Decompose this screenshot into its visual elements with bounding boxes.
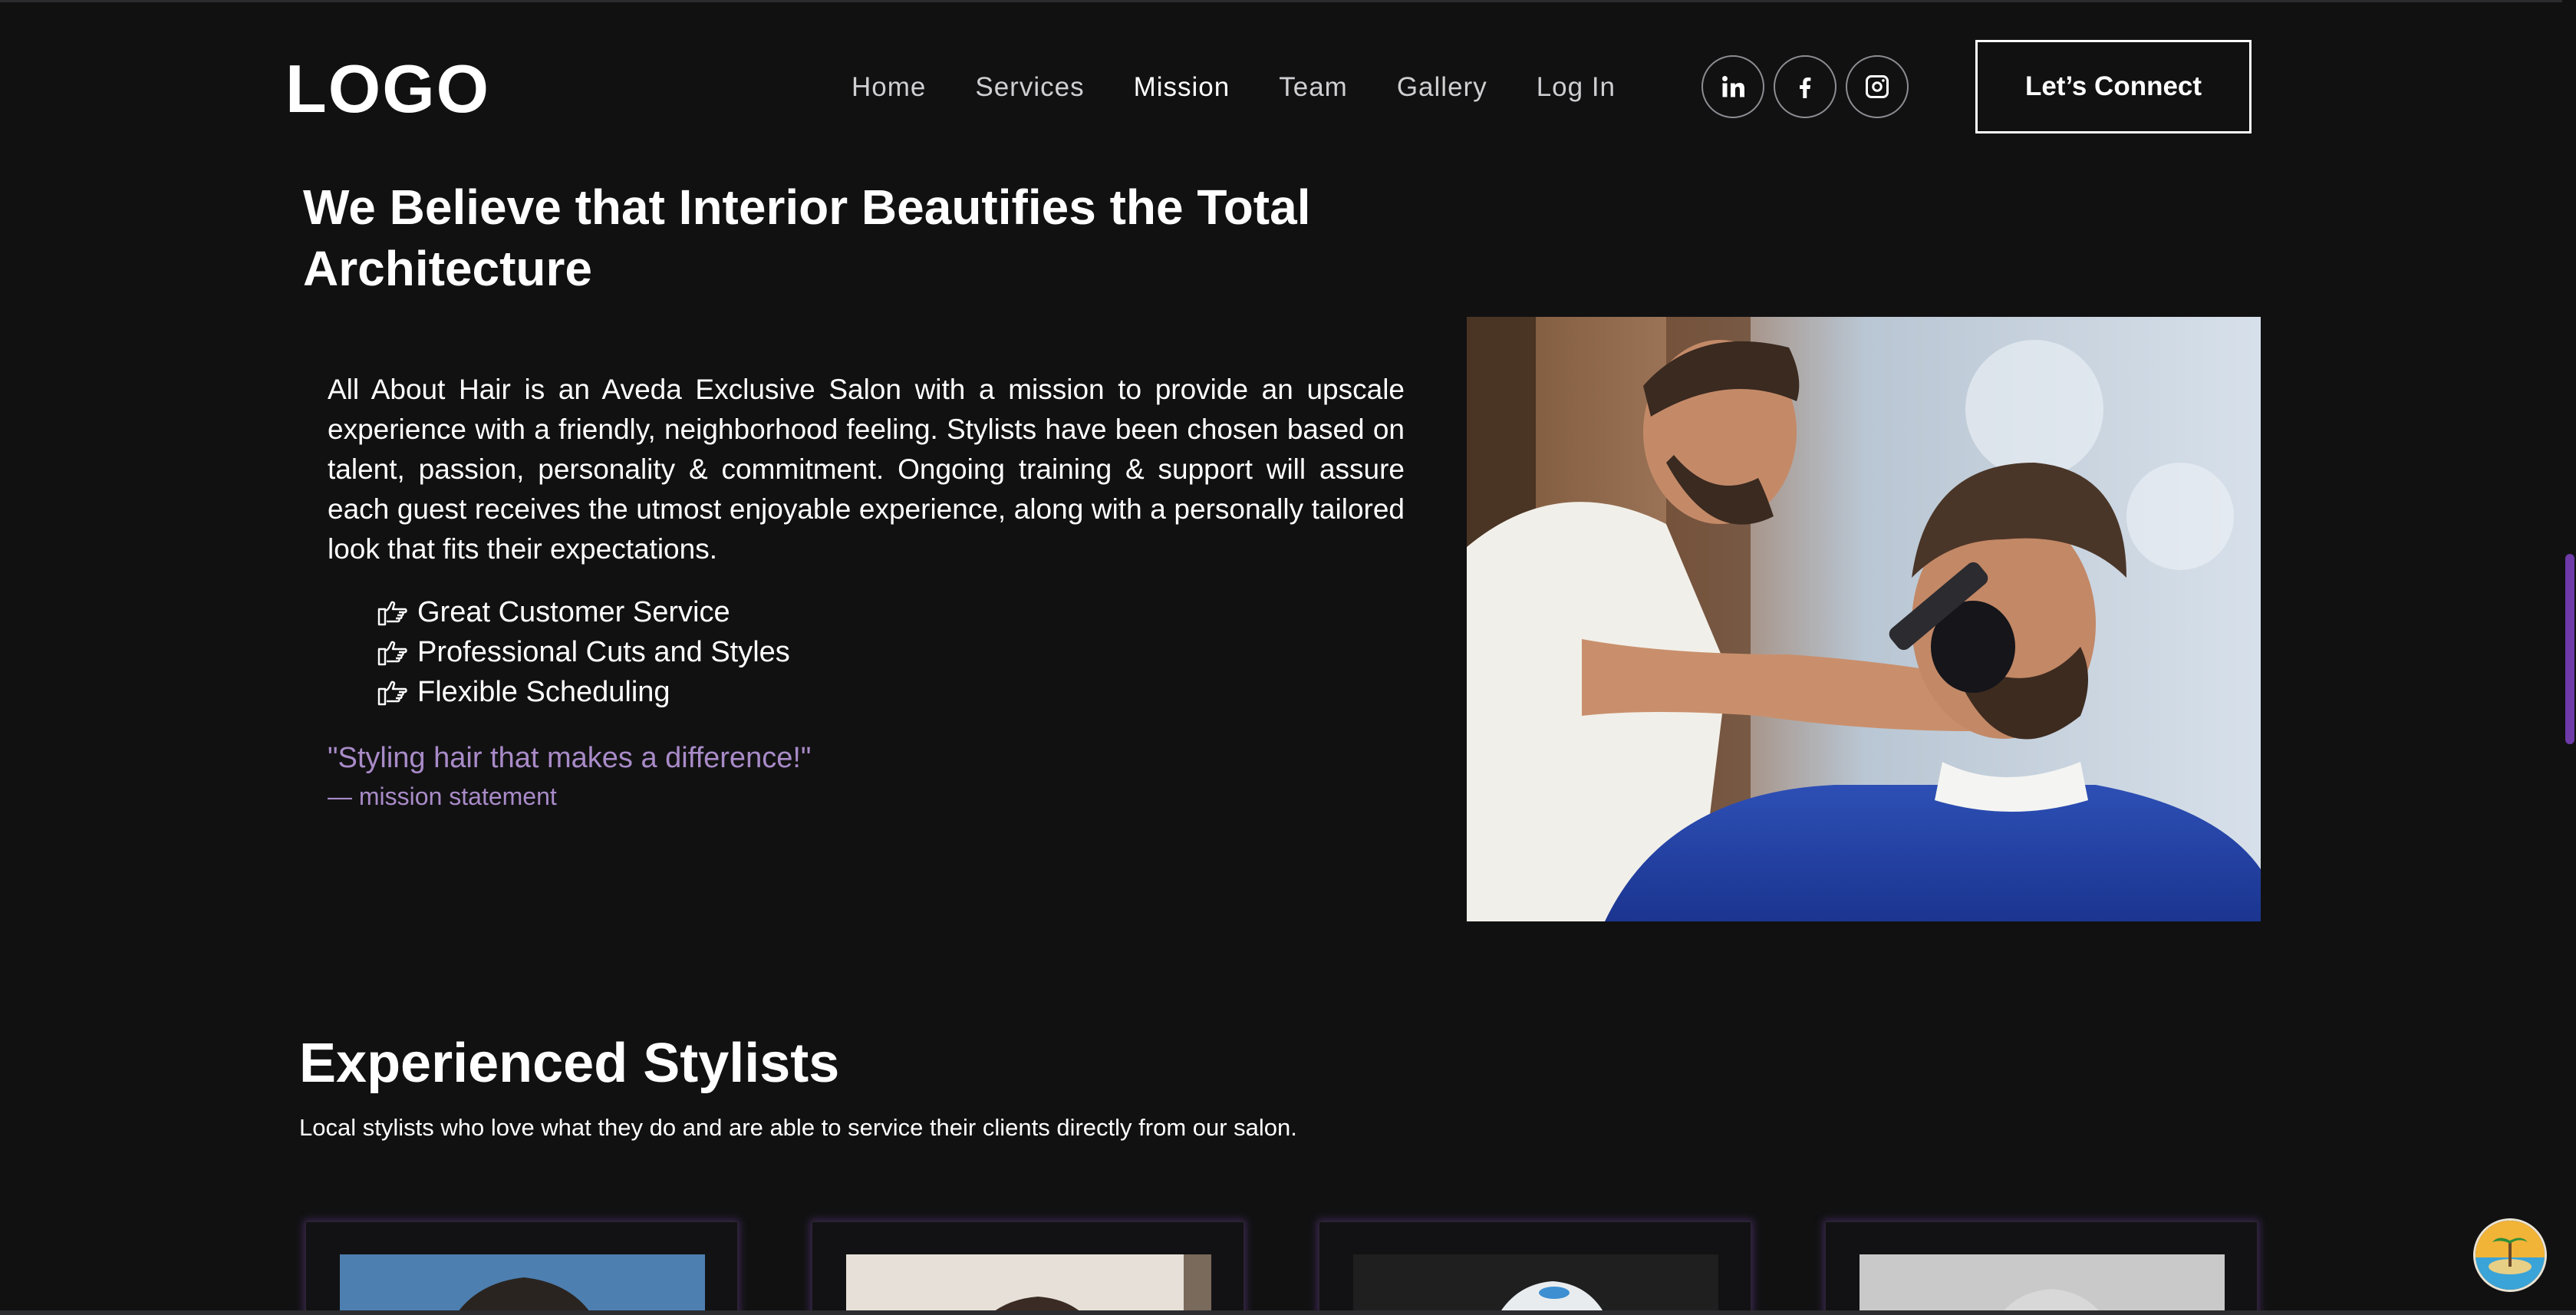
nav-login[interactable]: Log In <box>1537 66 1616 109</box>
nav-home[interactable]: Home <box>852 66 926 109</box>
barber-photo <box>1467 317 2261 921</box>
mission-quote: "Styling hair that makes a difference!" <box>328 742 812 774</box>
stylist-card[interactable] <box>812 1221 1244 1315</box>
feature-item: Great Customer Service <box>376 592 790 632</box>
mission-title: We Believe that Interior Beautifies the … <box>303 180 1311 296</box>
logo[interactable]: LOGO <box>285 51 490 127</box>
stylist-card[interactable] <box>305 1221 738 1315</box>
feature-list: Great Customer Service Professional Cuts… <box>376 592 790 712</box>
facebook-icon <box>1800 77 1811 98</box>
nav-mission[interactable]: Mission <box>1134 66 1230 109</box>
feature-item: Flexible Scheduling <box>376 672 790 712</box>
stylist-photo <box>846 1254 1211 1315</box>
stylists-subtitle: Local stylists who love what they do and… <box>299 1114 1297 1141</box>
stylist-photo <box>1353 1254 1718 1315</box>
feature-label: Flexible Scheduling <box>417 676 670 708</box>
mission-body: All About Hair is an Aveda Exclusive Sal… <box>328 374 1405 565</box>
feature-label: Professional Cuts and Styles <box>417 636 790 668</box>
facebook-button[interactable] <box>1774 55 1836 118</box>
stylist-card[interactable] <box>1825 1221 2258 1315</box>
scrollbar-thumb[interactable] <box>2565 554 2574 744</box>
pointing-hand-icon <box>377 601 407 626</box>
nav-gallery[interactable]: Gallery <box>1397 66 1487 109</box>
instagram-icon <box>1866 75 1889 98</box>
stylist-photo <box>1860 1254 2225 1315</box>
stylist-card[interactable] <box>1319 1221 1751 1315</box>
feature-label: Great Customer Service <box>417 596 730 628</box>
instagram-button[interactable] <box>1846 55 1909 118</box>
quote-source: — mission statement <box>328 783 557 810</box>
palm-island-icon <box>2476 1221 2545 1290</box>
bottom-edge <box>0 1310 2576 1315</box>
feature-item: Professional Cuts and Styles <box>376 632 790 672</box>
top-border <box>0 0 2576 2</box>
stylists-title: Experienced Stylists <box>299 1033 840 1094</box>
pointing-hand-icon <box>377 681 407 706</box>
nav-team[interactable]: Team <box>1279 66 1348 109</box>
lets-connect-button[interactable]: Let’s Connect <box>1975 40 2252 133</box>
page: LOGO Home Services Mission Team Gallery … <box>0 0 2576 1315</box>
linkedin-icon <box>1722 76 1744 97</box>
nav-services[interactable]: Services <box>975 66 1084 109</box>
pointing-hand-icon <box>377 641 407 666</box>
social-links <box>1701 55 1909 118</box>
chat-widget-button[interactable] <box>2473 1218 2547 1292</box>
linkedin-button[interactable] <box>1701 55 1764 118</box>
main-nav: Home Services Mission Team Gallery Log I… <box>852 66 1665 109</box>
stylist-photo <box>340 1254 705 1315</box>
